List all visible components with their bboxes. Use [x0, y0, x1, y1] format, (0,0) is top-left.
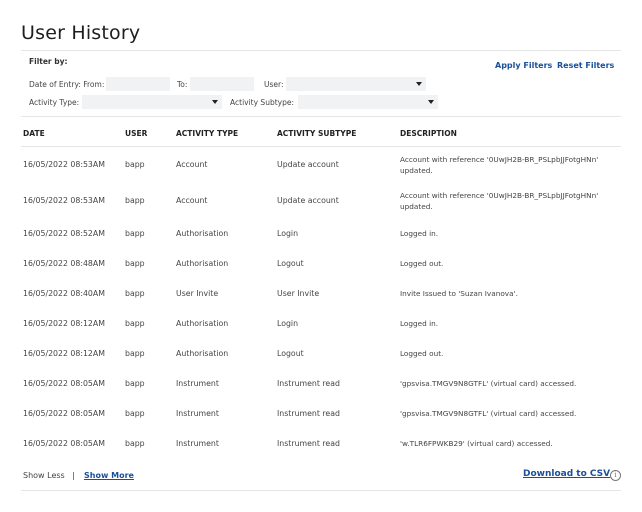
info-icon[interactable]: i: [610, 470, 621, 481]
cell-description: Account with reference '0UwJH2B-BR_PSLpb…: [400, 191, 599, 211]
cell-description: 'w.TLR6FPWKB29' (virtual card) accessed.: [400, 439, 553, 448]
cell-activity-type: Account: [176, 196, 208, 205]
cell-user: bapp: [125, 379, 145, 388]
cell-date: 16/05/2022 08:48AM: [23, 259, 105, 268]
cell-description: Logged out.: [400, 349, 444, 358]
cell-date: 16/05/2022 08:40AM: [23, 289, 105, 298]
column-header-user: USER: [125, 129, 148, 138]
column-header-description: DESCRIPTION: [400, 129, 457, 138]
show-more-button[interactable]: Show More: [84, 471, 134, 480]
cell-user: bapp: [125, 229, 145, 238]
table-row: 16/05/2022 08:12AM bapp Authorisation Lo…: [21, 309, 621, 339]
filter-divider: [21, 116, 621, 117]
cell-user: bapp: [125, 289, 145, 298]
table-row: 16/05/2022 08:12AM bapp Authorisation Lo…: [21, 339, 621, 369]
cell-activity-subtype: Login: [277, 229, 299, 238]
download-csv-button[interactable]: Download to CSV: [523, 469, 610, 479]
cell-activity-subtype: Logout: [277, 349, 304, 358]
reset-filters-button[interactable]: Reset Filters: [557, 61, 614, 70]
cell-user: bapp: [125, 319, 145, 328]
pagination-separator: |: [72, 471, 75, 480]
cell-date: 16/05/2022 08:12AM: [23, 349, 105, 358]
date-from-label: Date of Entry: From:: [29, 80, 105, 89]
cell-activity-subtype: Instrument read: [277, 379, 340, 388]
cell-description: Logged in.: [400, 319, 439, 328]
date-to-label: To:: [177, 80, 188, 89]
table-row: 16/05/2022 08:53AM bapp Account Update a…: [21, 147, 621, 183]
chevron-down-icon: [428, 100, 434, 104]
table-row: 16/05/2022 08:05AM bapp Instrument Instr…: [21, 399, 621, 429]
table-row: 16/05/2022 08:40AM bapp User Invite User…: [21, 279, 621, 309]
column-header-date: DATE: [23, 129, 45, 138]
user-label: User:: [264, 80, 284, 89]
activity-type-label: Activity Type:: [29, 98, 80, 107]
cell-activity-subtype: Instrument read: [277, 439, 340, 448]
cell-user: bapp: [125, 160, 145, 169]
cell-activity-subtype: Logout: [277, 259, 304, 268]
cell-activity-type: Instrument: [176, 409, 219, 418]
page-title: User History: [21, 22, 141, 44]
history-table-body: 16/05/2022 08:53AM bapp Account Update a…: [21, 147, 621, 459]
cell-date: 16/05/2022 08:52AM: [23, 229, 105, 238]
date-from-input[interactable]: [106, 77, 170, 91]
activity-type-select[interactable]: [82, 95, 222, 109]
cell-activity-subtype: Update account: [277, 160, 339, 169]
cell-user: bapp: [125, 196, 145, 205]
cell-description: Logged out.: [400, 259, 444, 268]
cell-user: bapp: [125, 349, 145, 358]
show-less-button[interactable]: Show Less: [23, 471, 65, 480]
cell-description: Logged in.: [400, 229, 439, 238]
filter-by-heading: Filter by:: [29, 57, 68, 66]
column-header-activity-subtype: ACTIVITY SUBTYPE: [277, 129, 357, 138]
chevron-down-icon: [416, 82, 422, 86]
cell-description: Account with reference '0UwJH2B-BR_PSLpb…: [400, 155, 599, 175]
cell-activity-subtype: Update account: [277, 196, 339, 205]
cell-date: 16/05/2022 08:05AM: [23, 409, 105, 418]
cell-activity-type: Instrument: [176, 379, 219, 388]
column-header-activity-type: ACTIVITY TYPE: [176, 129, 239, 138]
cell-activity-type: Instrument: [176, 439, 219, 448]
cell-description: 'gpsvisa.TMGV9N8GTFL' (virtual card) acc…: [400, 409, 577, 418]
cell-activity-type: Authorisation: [176, 349, 229, 358]
cell-activity-type: Authorisation: [176, 229, 229, 238]
title-divider: [21, 50, 621, 51]
cell-description: Invite Issued to 'Suzan Ivanova'.: [400, 289, 518, 298]
cell-date: 16/05/2022 08:05AM: [23, 379, 105, 388]
cell-date: 16/05/2022 08:53AM: [23, 160, 105, 169]
cell-user: bapp: [125, 439, 145, 448]
cell-date: 16/05/2022 08:05AM: [23, 439, 105, 448]
cell-activity-type: User Invite: [176, 289, 219, 298]
chevron-down-icon: [212, 100, 218, 104]
cell-user: bapp: [125, 259, 145, 268]
footer-divider: [21, 490, 621, 491]
user-select[interactable]: [286, 77, 426, 91]
cell-activity-subtype: User Invite: [277, 289, 320, 298]
date-to-input[interactable]: [190, 77, 254, 91]
cell-description: 'gpsvisa.TMGV9N8GTFL' (virtual card) acc…: [400, 379, 577, 388]
cell-activity-subtype: Instrument read: [277, 409, 340, 418]
table-row: 16/05/2022 08:48AM bapp Authorisation Lo…: [21, 249, 621, 279]
cell-activity-type: Authorisation: [176, 319, 229, 328]
cell-activity-type: Account: [176, 160, 208, 169]
table-row: 16/05/2022 08:52AM bapp Authorisation Lo…: [21, 219, 621, 249]
activity-subtype-label: Activity Subtype:: [230, 98, 294, 107]
cell-activity-subtype: Login: [277, 319, 299, 328]
table-row: 16/05/2022 08:53AM bapp Account Update a…: [21, 183, 621, 219]
table-row: 16/05/2022 08:05AM bapp Instrument Instr…: [21, 369, 621, 399]
cell-date: 16/05/2022 08:53AM: [23, 196, 105, 205]
table-row: 16/05/2022 08:05AM bapp Instrument Instr…: [21, 429, 621, 459]
apply-filters-button[interactable]: Apply Filters: [495, 61, 552, 70]
cell-user: bapp: [125, 409, 145, 418]
cell-activity-type: Authorisation: [176, 259, 229, 268]
activity-subtype-select[interactable]: [298, 95, 438, 109]
cell-date: 16/05/2022 08:12AM: [23, 319, 105, 328]
